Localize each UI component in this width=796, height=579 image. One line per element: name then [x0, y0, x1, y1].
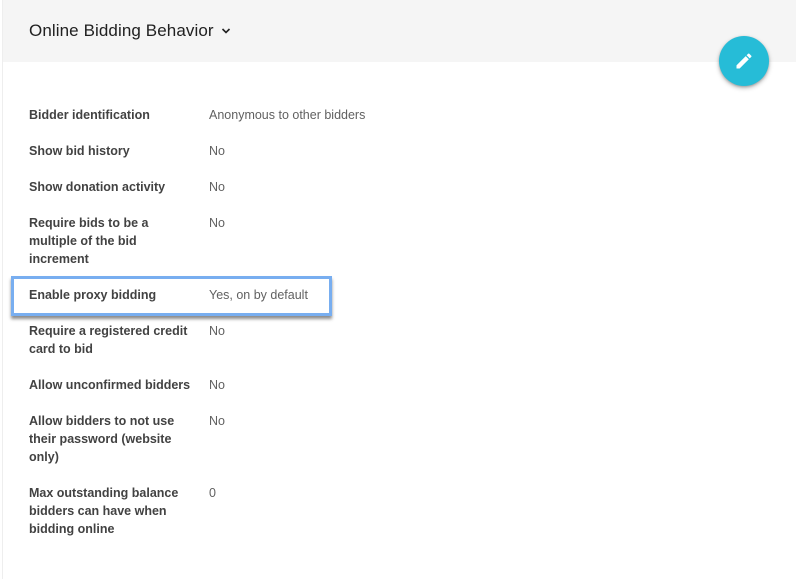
card-header: Online Bidding Behavior [3, 0, 796, 62]
pencil-icon [736, 53, 752, 69]
setting-label: Max outstanding balance bidders can have… [29, 486, 179, 536]
setting-label: Allow bidders to not use their password … [29, 414, 175, 464]
setting-value: Anonymous to other bidders [209, 108, 366, 122]
setting-value: Yes, on by default [209, 288, 308, 302]
setting-label: Require a registered credit card to bid [29, 324, 188, 356]
section-title-toggle[interactable]: Online Bidding Behavior [29, 21, 231, 41]
setting-value: No [209, 414, 225, 428]
setting-row-credit-card: Require a registered credit card to bid … [29, 322, 769, 358]
setting-value: No [209, 378, 225, 392]
setting-value: No [209, 216, 225, 230]
setting-row-unconfirmed-bidders: Allow unconfirmed bidders No [29, 376, 769, 394]
setting-row-max-balance: Max outstanding balance bidders can have… [29, 484, 769, 538]
setting-row-proxy-bidding: Enable proxy bidding Yes, on by default [29, 286, 769, 304]
setting-label: Show donation activity [29, 180, 166, 194]
chevron-down-icon [221, 28, 230, 34]
setting-value: No [209, 324, 225, 338]
setting-value: No [209, 144, 225, 158]
setting-row-bid-multiple: Require bids to be a multiple of the bid… [29, 214, 769, 268]
settings-card: Online Bidding Behavior Bidder identific… [2, 0, 796, 579]
section-title: Online Bidding Behavior [29, 21, 214, 40]
setting-label: Bidder identification [29, 108, 150, 122]
setting-label: Require bids to be a multiple of the bid… [29, 216, 149, 266]
setting-row-show-donation-activity: Show donation activity No [29, 178, 769, 196]
edit-button[interactable] [719, 36, 769, 86]
setting-value: 0 [209, 486, 216, 500]
setting-row-password: Allow bidders to not use their password … [29, 412, 769, 466]
setting-row-show-bid-history: Show bid history No [29, 142, 769, 160]
setting-label: Show bid history [29, 144, 130, 158]
setting-row-bidder-identification: Bidder identification Anonymous to other… [29, 106, 769, 124]
setting-value: No [209, 180, 225, 194]
setting-label: Enable proxy bidding [29, 288, 157, 302]
settings-list: Bidder identification Anonymous to other… [29, 106, 769, 556]
setting-label: Allow unconfirmed bidders [29, 378, 191, 392]
